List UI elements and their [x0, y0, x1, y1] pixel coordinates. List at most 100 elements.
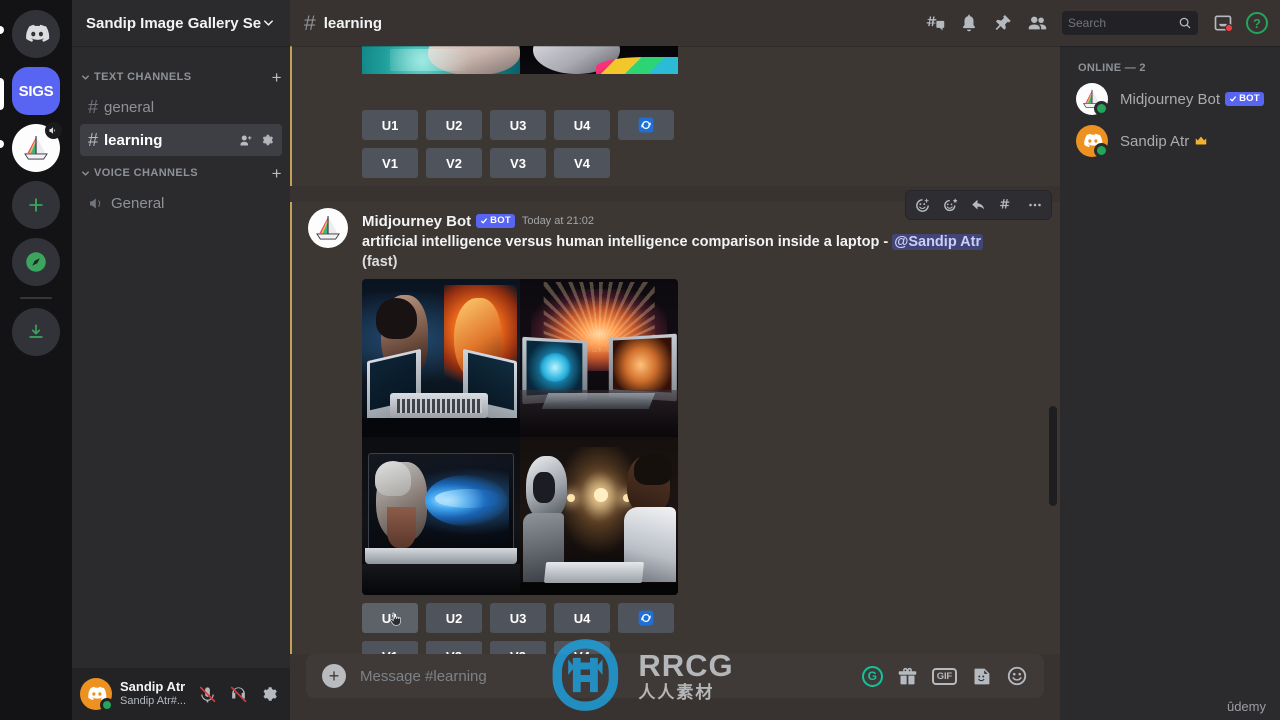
upscale-button-u4[interactable]: U4	[554, 603, 610, 634]
create-thread-button[interactable]	[993, 192, 1020, 218]
variation-button-v4[interactable]: V4	[554, 641, 610, 654]
server-sigs[interactable]: SIGS	[12, 67, 60, 115]
chevron-down-icon	[82, 74, 89, 80]
add-reaction-button[interactable]	[909, 192, 936, 218]
pin-icon	[995, 15, 1011, 30]
midjourney-image-grid-previous[interactable]	[362, 46, 678, 102]
server-midjourney[interactable]	[12, 122, 62, 172]
list-item[interactable]: Midjourney Bot BOT	[1068, 78, 1272, 120]
image-quadrant-4[interactable]	[520, 46, 678, 74]
inbox-unread-badge	[1225, 24, 1233, 32]
image-quadrant-3[interactable]	[362, 437, 520, 596]
download-apps-button[interactable]	[12, 308, 60, 356]
sticker-button[interactable]	[971, 666, 992, 687]
upscale-button-u2[interactable]: U2	[426, 603, 482, 634]
message-timestamp: Today at 21:02	[521, 215, 594, 227]
message-author[interactable]: Midjourney Bot	[362, 213, 471, 230]
sidebar-item-general[interactable]: # general	[80, 91, 282, 123]
variation-button-v4[interactable]: V4	[554, 148, 610, 178]
image-quadrant-3[interactable]	[362, 46, 520, 74]
emoji-button[interactable]	[1006, 665, 1028, 687]
member-list-toggle-button[interactable]	[1024, 10, 1050, 36]
gif-button[interactable]: GIF	[931, 667, 957, 685]
sidebar-item-voice-general[interactable]: General	[80, 187, 282, 219]
variation-button-v3[interactable]: V3	[490, 148, 546, 178]
create-voice-channel-button[interactable]: +	[272, 165, 282, 182]
category-voice-channels[interactable]: VOICE CHANNELS +	[72, 160, 290, 186]
more-actions-button[interactable]	[1021, 192, 1048, 218]
gift-button[interactable]	[897, 666, 918, 687]
upscale-button-u3[interactable]: U3	[490, 110, 546, 140]
super-reaction-button[interactable]	[937, 192, 964, 218]
explore-servers-button[interactable]	[12, 238, 60, 286]
server-name: Sandip Image Gallery Se...	[86, 14, 262, 32]
check-icon	[1230, 96, 1237, 102]
question-mark-icon: ?	[1246, 12, 1268, 34]
avatar[interactable]	[308, 208, 348, 248]
help-button[interactable]: ?	[1244, 10, 1270, 36]
upscale-button-u2[interactable]: U2	[426, 110, 482, 140]
message-scrollbar[interactable]	[1049, 406, 1057, 506]
download-icon	[29, 324, 43, 338]
more-horizontal-icon	[1028, 203, 1041, 207]
variation-button-v1[interactable]: V1	[362, 641, 418, 654]
user-settings-button[interactable]	[256, 681, 282, 707]
notification-settings-button[interactable]	[956, 10, 982, 36]
speaker-icon	[90, 198, 101, 208]
mention-sandip-atr[interactable]: @Sandip Atr	[892, 234, 984, 250]
upscale-button-u4[interactable]: U4	[554, 110, 610, 140]
upscale-button-u3[interactable]: U3	[490, 603, 546, 634]
server-header[interactable]: Sandip Image Gallery Se...	[72, 0, 290, 46]
add-member-icon[interactable]	[238, 133, 253, 148]
microphone-muted-icon	[199, 686, 215, 702]
mute-microphone-button[interactable]	[194, 681, 220, 707]
speed-label: (fast)	[362, 253, 398, 270]
image-quadrant-4[interactable]	[520, 437, 678, 596]
variation-button-v1[interactable]: V1	[362, 148, 418, 178]
message-list: U1 U2 U3 U4 V1 V2 V3 V4 Midjourney Bot B…	[290, 46, 1060, 654]
threads-button[interactable]	[922, 10, 948, 36]
add-server-button[interactable]	[12, 181, 60, 229]
pinned-messages-button[interactable]	[990, 10, 1016, 36]
upscale-button-u1[interactable]: U1	[362, 603, 418, 634]
content-row: U1 U2 U3 U4 V1 V2 V3 V4 Midjourney Bot B…	[290, 46, 1280, 720]
user-info[interactable]: Sandip Atr Sandip Atr#...	[120, 679, 186, 708]
variation-button-v2[interactable]: V2	[426, 148, 482, 178]
search-input[interactable]: Search	[1062, 11, 1198, 35]
message-content: artificial intelligence versus human int…	[362, 232, 1012, 275]
category-text-channels[interactable]: TEXT CHANNELS +	[72, 64, 290, 90]
midjourney-image-grid[interactable]	[362, 279, 678, 596]
sidebar-item-learning[interactable]: # learning	[80, 124, 282, 156]
image-quadrant-2[interactable]	[520, 279, 678, 438]
voice-connected-badge	[45, 122, 62, 139]
grammarly-button[interactable]: G	[861, 665, 883, 687]
variation-button-v3[interactable]: V3	[490, 641, 546, 654]
chevron-down-icon	[82, 170, 89, 176]
user-tag: Sandip Atr#...	[120, 695, 186, 708]
message-input-box[interactable]: + Message #learning G GIF	[306, 654, 1044, 698]
hash-icon: #	[304, 11, 316, 35]
sailboat-icon	[316, 216, 340, 240]
discord-window: SIGS Sandip Image Gallery Se... TEXT CHA…	[0, 0, 1280, 720]
upscale-button-u1[interactable]: U1	[362, 110, 418, 140]
headphones-deafened-icon	[230, 686, 246, 702]
reroll-button[interactable]	[618, 603, 674, 634]
image-quadrant-1[interactable]	[362, 279, 520, 438]
message-input[interactable]: Message #learning	[360, 668, 848, 685]
chevron-down-icon[interactable]	[261, 15, 276, 31]
discord-logo-icon	[26, 24, 50, 42]
list-item[interactable]: Sandip Atr	[1068, 120, 1272, 162]
avatar[interactable]	[80, 678, 114, 712]
channel-actions	[238, 133, 274, 148]
deafen-button[interactable]	[225, 681, 251, 707]
create-text-channel-button[interactable]: +	[272, 69, 282, 86]
user-name: Sandip Atr	[120, 679, 186, 695]
gear-icon[interactable]	[260, 133, 274, 147]
status-badge	[1094, 101, 1109, 116]
reroll-button[interactable]	[618, 110, 674, 140]
reply-button[interactable]	[965, 192, 992, 218]
discord-home-button[interactable]	[12, 10, 60, 58]
variation-button-v2[interactable]: V2	[426, 641, 482, 654]
attach-file-button[interactable]: +	[322, 664, 346, 688]
inbox-button[interactable]	[1210, 10, 1236, 36]
